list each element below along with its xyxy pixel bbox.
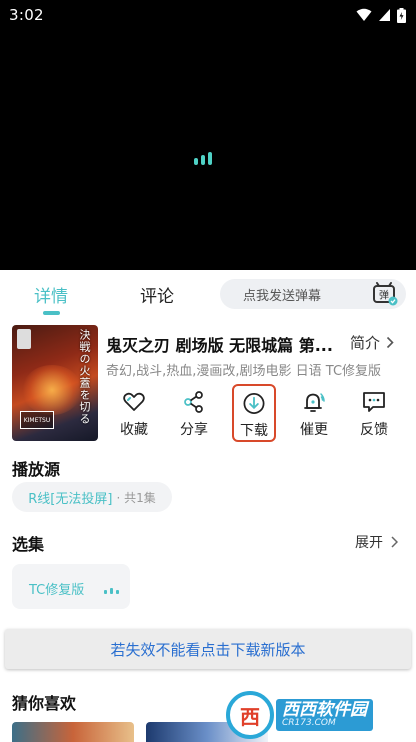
recommend-section-title: 猜你喜欢	[12, 694, 77, 713]
poster-logo-icon: KIMETSU	[20, 411, 54, 429]
episodes-section-title: 选集	[12, 535, 45, 554]
source-episode-count: · 共1集	[116, 490, 156, 505]
download-label: 下载	[240, 423, 268, 439]
poster-image[interactable]: 決戦の火蓋を切る KIMETSU	[12, 325, 98, 441]
favorite-label: 收藏	[120, 422, 148, 438]
tab-details[interactable]: 详情	[34, 282, 68, 307]
site-watermark: 西 西西软件园 CR173.COM	[226, 690, 410, 740]
poster-title: 決戦の火蓋を切る	[78, 329, 91, 425]
favorite-button[interactable]: 收藏	[104, 384, 164, 442]
share-icon	[184, 391, 203, 413]
source-section-title: 播放源	[12, 460, 61, 479]
status-bar: 3:02	[0, 0, 416, 30]
intro-button[interactable]: 简介	[350, 332, 394, 353]
intro-label: 简介	[350, 334, 381, 352]
video-tags: 奇幻,战斗,热血,漫画改,剧场电影 日语 TC修复版	[106, 364, 382, 379]
danmu-toggle-icon[interactable]: 弹	[372, 281, 398, 307]
signal-icon	[379, 9, 390, 21]
expand-button[interactable]: 展开	[355, 532, 398, 552]
share-label: 分享	[180, 422, 208, 438]
bell-icon	[304, 393, 325, 412]
source-line-label: R线[无法投屏]	[28, 491, 113, 507]
urge-update-button[interactable]: 催更	[284, 384, 344, 442]
download-icon	[243, 393, 265, 414]
tab-comments[interactable]: 评论	[140, 282, 174, 307]
episode-label: TC修复版	[29, 583, 85, 598]
danmu-placeholder: 点我发送弹幕	[243, 288, 322, 304]
video-title: 鬼灭之刃 剧场版 无限城篇 第...	[106, 336, 333, 355]
chevron-right-icon	[391, 536, 398, 548]
download-button[interactable]: 下载	[232, 384, 276, 442]
tab-indicator	[43, 311, 60, 315]
recommend-item[interactable]	[12, 722, 134, 742]
action-bar: 收藏 分享 下载 催更 反馈	[104, 384, 416, 442]
share-button[interactable]: 分享	[164, 384, 224, 442]
detail-tabs: 详情 评论 点我发送弹幕 弹	[0, 270, 416, 318]
urge-update-label: 催更	[300, 422, 328, 438]
source-line-button[interactable]: R线[无法投屏] · 共1集	[12, 482, 172, 512]
danmu-icon-label: 弹	[379, 289, 389, 302]
danmu-input[interactable]: 点我发送弹幕 弹	[220, 279, 406, 309]
expand-label: 展开	[355, 535, 383, 551]
wifi-icon	[356, 8, 372, 21]
video-info: 決戦の火蓋を切る KIMETSU 鬼灭之刃 剧场版 无限城篇 第... 简介 奇…	[0, 322, 416, 442]
watermark-logo-icon: 西	[226, 691, 274, 739]
loading-indicator-icon	[194, 152, 212, 165]
system-icons	[356, 7, 406, 23]
watermark-name: 西西软件园	[282, 699, 367, 720]
feedback-icon	[363, 392, 385, 412]
playing-indicator-icon	[104, 588, 119, 594]
chevron-right-icon	[386, 336, 394, 349]
episode-item[interactable]: TC修复版	[12, 564, 130, 609]
battery-icon	[397, 7, 406, 23]
feedback-button[interactable]: 反馈	[344, 384, 404, 442]
status-time: 3:02	[9, 6, 44, 24]
heart-icon	[123, 392, 145, 411]
feedback-label: 反馈	[360, 422, 388, 438]
video-player[interactable]: 3:02	[0, 0, 416, 270]
download-new-version-banner[interactable]: 若失效不能看点击下载新版本	[5, 629, 411, 669]
watermark-text: 西西软件园 CR173.COM	[276, 698, 373, 732]
watermark-url: CR173.COM	[282, 718, 336, 729]
